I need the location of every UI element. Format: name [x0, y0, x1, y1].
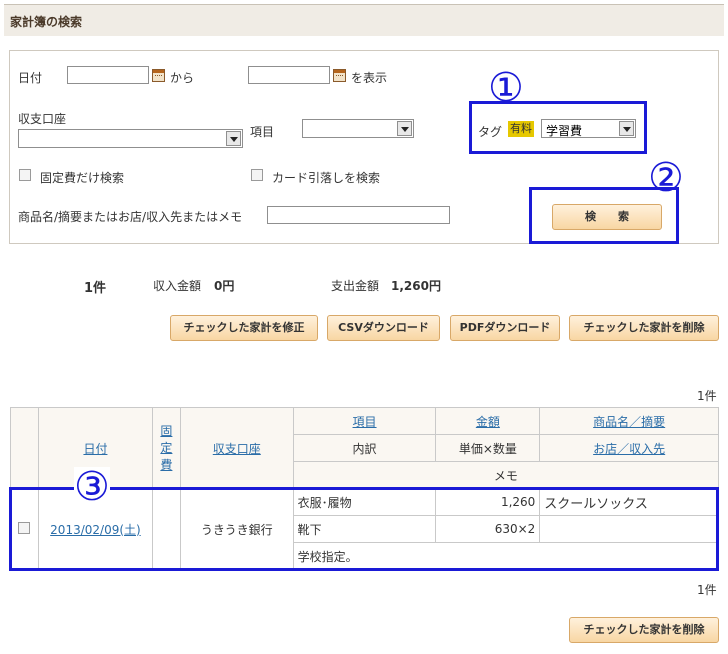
- sort-fixed-link-3[interactable]: 費: [160, 458, 172, 472]
- annotation-number-3: ③: [74, 464, 110, 510]
- page-header: 家計簿の検索: [4, 4, 724, 36]
- card-label: カード引落しを検索: [272, 171, 381, 185]
- sort-item-link[interactable]: 項目: [353, 415, 377, 429]
- chevron-down-icon: [226, 131, 241, 146]
- date-label: 日付: [18, 71, 43, 85]
- sort-fixed-link-1[interactable]: 固: [160, 424, 172, 438]
- expense-value: 1,260円: [391, 279, 441, 293]
- pdf-download-button[interactable]: PDFダウンロード: [450, 315, 560, 341]
- delete-checked-button-bottom[interactable]: チェックした家計を削除: [569, 617, 719, 643]
- count-top: 1件: [697, 389, 717, 403]
- account-select[interactable]: [18, 129, 243, 148]
- to-label: を表示: [351, 71, 388, 85]
- income-value: 0円: [214, 279, 235, 293]
- fixed-only-checkbox[interactable]: [19, 169, 31, 181]
- amount-header: 金額: [435, 407, 541, 435]
- memo-header: メモ: [292, 461, 720, 489]
- sort-shop-link[interactable]: お店／収入先: [593, 442, 665, 456]
- sort-product-link[interactable]: 商品名／摘要: [593, 415, 665, 429]
- annotation-number-1: ①: [488, 65, 524, 111]
- csv-download-button[interactable]: CSVダウンロード: [327, 315, 440, 341]
- product-header: 商品名／摘要: [539, 407, 719, 435]
- annotation-box-3: [9, 487, 719, 571]
- calendar-icon[interactable]: [152, 69, 165, 82]
- count-bottom: 1件: [697, 583, 717, 597]
- account-header: 収支口座: [179, 407, 294, 489]
- unit-qty-header: 単価×数量: [435, 434, 541, 462]
- chevron-down-icon: [397, 121, 412, 136]
- sort-account-link[interactable]: 収支口座: [213, 442, 261, 456]
- expense-label: 支出金額: [331, 279, 380, 293]
- from-label: から: [170, 71, 195, 85]
- fixed-only-label: 固定費だけ検索: [40, 171, 125, 185]
- breakdown-header: 内訳: [292, 434, 437, 462]
- keyword-label: 商品名/摘要またはお店/収入先またはメモ: [18, 210, 243, 224]
- sort-amount-link[interactable]: 金額: [476, 415, 500, 429]
- checkbox-header: [10, 407, 39, 489]
- page-title: 家計簿の検索: [10, 15, 83, 29]
- result-count: 1件: [84, 281, 107, 296]
- date-to-input[interactable]: [248, 66, 330, 84]
- card-checkbox[interactable]: [251, 169, 263, 181]
- shop-header: お店／収入先: [539, 434, 719, 462]
- sort-date-link[interactable]: 日付: [83, 442, 107, 456]
- item-select[interactable]: [302, 119, 414, 138]
- sort-fixed-link-2[interactable]: 定: [160, 441, 172, 455]
- annotation-number-2: ②: [648, 155, 684, 201]
- fixed-header: 固 定 費: [151, 407, 181, 489]
- item-label: 項目: [250, 125, 275, 139]
- account-label: 収支口座: [18, 112, 67, 126]
- calendar-icon[interactable]: [333, 69, 346, 82]
- keyword-input[interactable]: [267, 206, 450, 224]
- modify-checked-button[interactable]: チェックした家計を修正: [170, 315, 318, 341]
- item-header: 項目: [292, 407, 437, 435]
- income-label: 収入金額: [153, 279, 202, 293]
- date-from-input[interactable]: [67, 66, 149, 84]
- delete-checked-button[interactable]: チェックした家計を削除: [569, 315, 719, 341]
